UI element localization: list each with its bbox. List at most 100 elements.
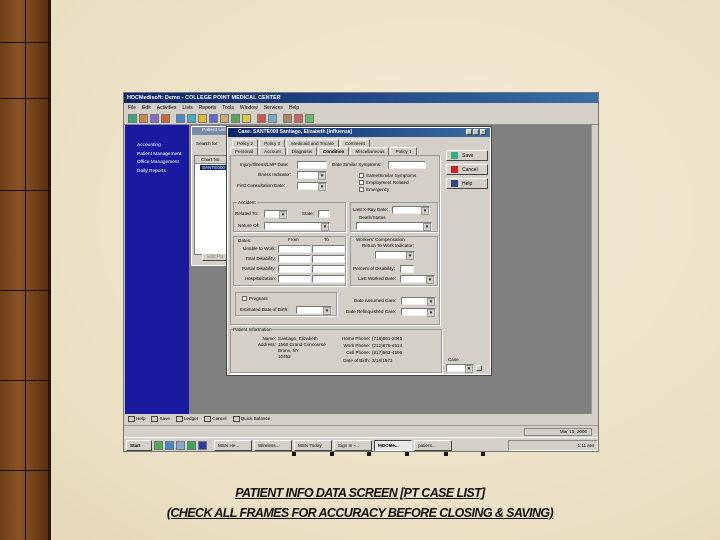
tab-condition[interactable]: Condition [317, 147, 350, 155]
menu-edit[interactable]: Edit [142, 105, 151, 111]
hospitalization-to[interactable] [312, 275, 345, 283]
injury-date-input[interactable] [297, 161, 327, 169]
cell-phone-label: Cell Phone: [346, 350, 370, 355]
quick-launch-icon[interactable] [187, 440, 196, 450]
injury-date-label: Injury/Illness/LMP Date: [240, 162, 289, 167]
employment-related-checkbox[interactable]: Employment Related [359, 180, 409, 186]
hospitalization-from[interactable] [278, 275, 311, 283]
esc-cancel[interactable]: Cancel [204, 416, 227, 423]
same-similar-checkbox[interactable]: Same/Similar Symptoms [359, 173, 416, 179]
minimize-button[interactable]: _ [466, 129, 472, 135]
tab-comment[interactable]: Comment [339, 139, 370, 147]
toolbar-icon[interactable] [198, 114, 207, 123]
date-relinquished-label: Date Relinquished Care: [346, 309, 397, 314]
percent-disability-input[interactable] [400, 265, 414, 273]
nature-of-select[interactable] [264, 222, 330, 231]
illness-indicator-select[interactable] [297, 171, 327, 180]
menu-help[interactable]: Help [289, 105, 299, 111]
menu-file[interactable]: File [128, 105, 136, 111]
first-consultation-select[interactable] [297, 182, 327, 191]
tab-diagnosis[interactable]: Diagnosis [286, 147, 317, 155]
toolbar-icon[interactable] [176, 114, 185, 123]
sidebar-item-patient-management[interactable]: Patient Management [137, 152, 189, 157]
task-msn-home[interactable]: MSN He... [214, 439, 252, 451]
tab-account[interactable]: Account [259, 147, 286, 155]
toolbar-icon[interactable] [294, 114, 303, 123]
toolbar-icon[interactable] [242, 114, 251, 123]
total-disability-to[interactable] [312, 255, 345, 263]
toolbar-icon[interactable] [231, 114, 240, 123]
help-button[interactable]: Help [446, 178, 488, 189]
last-worked-select[interactable] [400, 275, 435, 284]
toolbar-icon[interactable] [150, 114, 159, 123]
slide-caption-line-1: PATIENT INFO DATA SCREEN [PT CASE LIST] [235, 486, 485, 500]
estimated-dob-select[interactable] [296, 306, 332, 315]
emergency-checkbox[interactable]: Emergency [359, 187, 389, 193]
partial-disability-to[interactable] [312, 265, 345, 273]
quick-launch-icon[interactable] [154, 440, 163, 450]
last-xray-select[interactable] [392, 206, 430, 215]
toolbar-icon[interactable] [139, 114, 148, 123]
similar-symptoms-date-input[interactable] [388, 161, 426, 169]
partial-disability-from[interactable] [278, 265, 311, 273]
task-mdcmedisoft[interactable]: MDCMe... [374, 439, 412, 451]
case-select[interactable] [446, 364, 474, 373]
menu-services[interactable]: Services [264, 105, 283, 111]
save-button[interactable]: Save [446, 150, 488, 161]
tab-policy-1[interactable]: Policy 1 [390, 147, 417, 155]
date-relinquished-select[interactable] [401, 308, 436, 317]
menu-tools[interactable]: Tools [222, 105, 234, 111]
return-to-work-select[interactable] [375, 251, 415, 260]
quick-launch-icon[interactable] [165, 440, 174, 450]
unable-to-work-to[interactable] [312, 245, 345, 253]
menu-lists[interactable]: Lists [182, 105, 192, 111]
start-button[interactable]: Start [126, 439, 152, 451]
f7-ledger[interactable]: Ledger [175, 416, 198, 423]
toolbar-icon[interactable] [209, 114, 218, 123]
toolbar-icon[interactable] [305, 114, 314, 123]
quick-launch-icon[interactable] [176, 440, 185, 450]
total-disability-from[interactable] [278, 255, 311, 263]
toolbar-icon[interactable] [128, 114, 137, 123]
edit-patient-button[interactable]: Edit Pa [202, 253, 229, 261]
toolbar-icon[interactable] [283, 114, 292, 123]
main-scrollbar[interactable] [591, 125, 598, 414]
close-button[interactable]: × [480, 129, 486, 135]
unable-to-work-from[interactable] [278, 245, 311, 253]
related-to-select[interactable] [264, 210, 288, 219]
tab-policy-3[interactable]: Policy 3 [259, 139, 286, 147]
quick-launch-icon[interactable] [198, 440, 207, 450]
toolbar-icon[interactable] [220, 114, 229, 123]
toolbar-icon[interactable] [187, 114, 196, 123]
help-icon [451, 180, 458, 187]
date-assumed-select[interactable] [401, 297, 436, 306]
quick-balance[interactable]: Quick Balance [232, 416, 270, 423]
task-sign-in[interactable]: Sign In -... [334, 439, 372, 451]
tab-policy-2[interactable]: Policy 2 [232, 139, 259, 147]
maximize-button[interactable]: □ [473, 129, 479, 135]
bullet-dot [481, 452, 485, 456]
toolbar-icon[interactable] [257, 114, 266, 123]
sidebar-item-office-management[interactable]: Office Management [137, 160, 189, 165]
sidebar-item-daily-reports[interactable]: Daily Reports [137, 169, 189, 174]
case-lookup-button[interactable] [476, 365, 482, 371]
menu-activities[interactable]: Activities [157, 105, 177, 111]
cancel-button[interactable]: Cancel [446, 164, 488, 175]
task-wireless[interactable]: Wireless... [254, 439, 292, 451]
task-msn-today[interactable]: MSN Today [294, 439, 332, 451]
sidebar-item-accounting[interactable]: Accounting [137, 143, 189, 148]
menu-window[interactable]: Window [240, 105, 258, 111]
pregnant-checkbox[interactable]: Pregnant [242, 296, 268, 302]
death-status-select[interactable] [356, 222, 432, 231]
task-patient[interactable]: patient... [414, 439, 452, 451]
tab-miscellaneous[interactable]: Miscellaneous [350, 147, 390, 155]
toolbar-icon[interactable] [268, 114, 277, 123]
toolbar-icon[interactable] [161, 114, 170, 123]
tab-personal[interactable]: Personal [230, 147, 259, 155]
tab-medicaid-tricare[interactable]: Medicaid and Tricare [286, 139, 339, 147]
menu-reports[interactable]: Reports [199, 105, 217, 111]
bullet-dot [367, 452, 371, 456]
f3-save[interactable]: Save [151, 416, 170, 423]
f1-help[interactable]: Help [128, 416, 145, 423]
state-input[interactable] [318, 210, 330, 218]
